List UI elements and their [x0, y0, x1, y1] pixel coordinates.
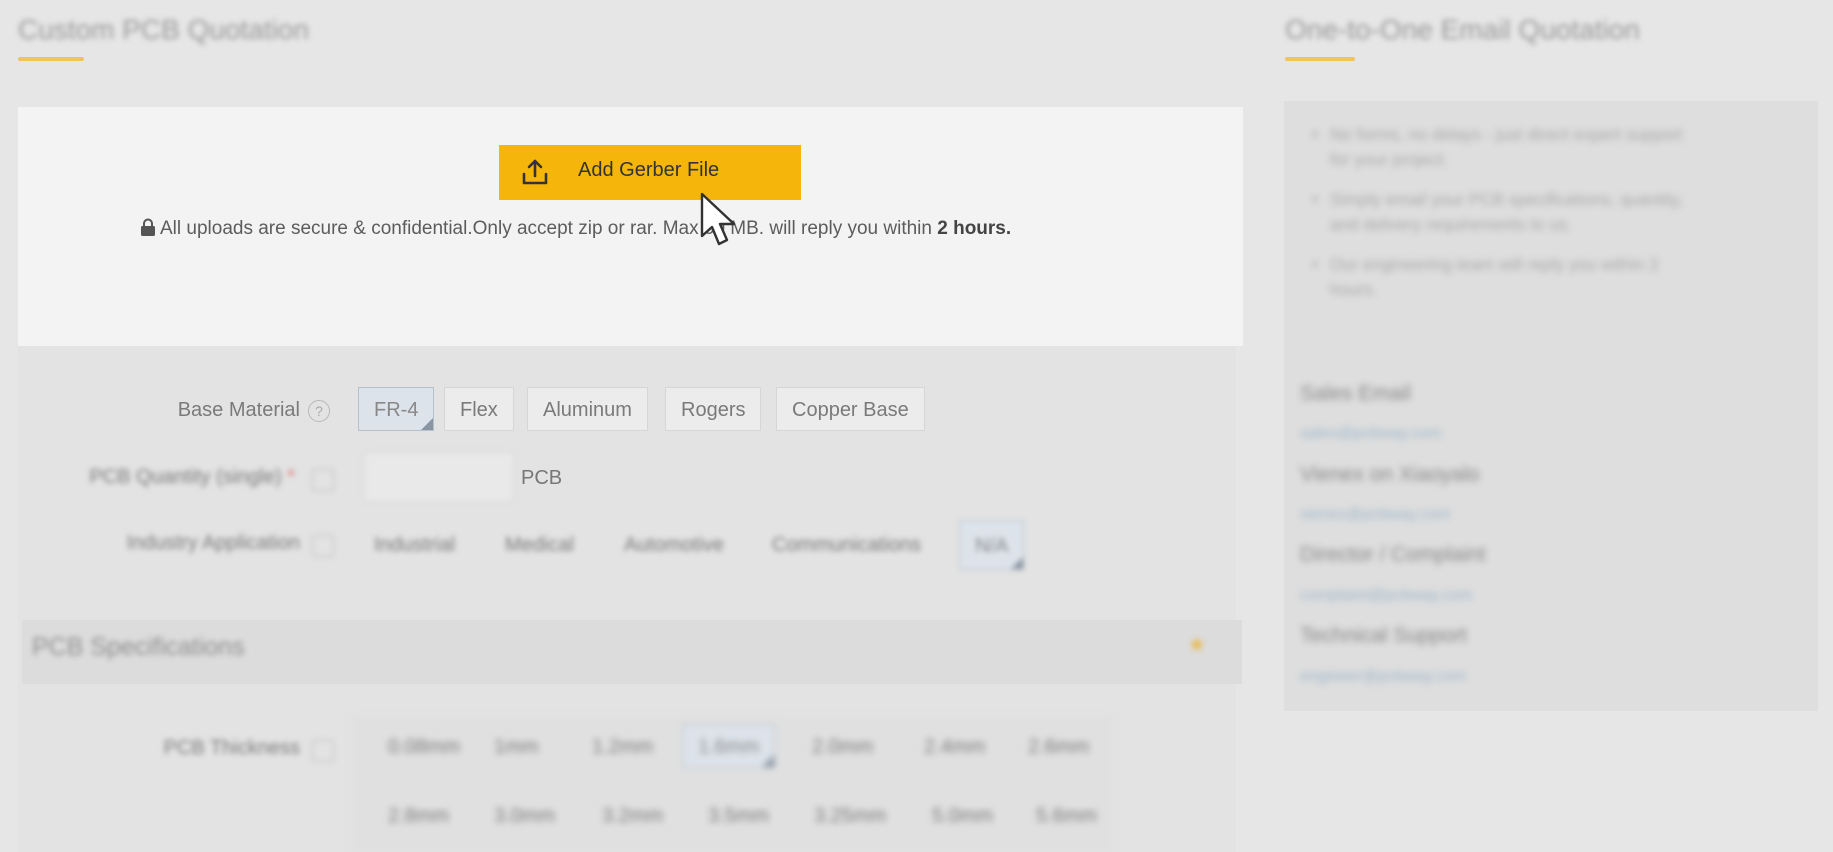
- bullet-text: hours.: [1330, 280, 1378, 299]
- bullet-dot: •: [1312, 190, 1318, 209]
- bullet-text: Simply email your PCB specifications, qu…: [1330, 190, 1684, 209]
- specifications-title: PCB Specifications: [32, 633, 245, 661]
- thickness-option[interactable]: 5.0mm: [916, 793, 1009, 837]
- contact-title: Vienex on Xiaoyalo: [1300, 463, 1480, 486]
- pcb-quantity-label: PCB Quantity (single) *: [89, 466, 295, 488]
- option-aluminum[interactable]: Aluminum: [527, 387, 648, 431]
- right-title-underline: [1285, 57, 1355, 61]
- bullet-text: No forms, no delays - just direct expert…: [1330, 125, 1683, 144]
- contact-email-link[interactable]: sales@pcbway.com: [1300, 425, 1441, 443]
- lock-icon: [141, 218, 155, 236]
- mouse-pointer-icon: [700, 192, 736, 246]
- option-medical[interactable]: Medical: [489, 522, 590, 566]
- upload-note-text: All uploads are secure & confidential.On…: [160, 218, 938, 239]
- thickness-option[interactable]: 3.2mm: [586, 793, 679, 837]
- option-na[interactable]: N/A: [959, 520, 1025, 570]
- contact-title: Sales Email: [1300, 382, 1411, 405]
- quantity-input[interactable]: [364, 452, 514, 502]
- title-underline: [18, 57, 84, 61]
- bullet-text: and delivery requirements to us.: [1330, 215, 1572, 234]
- industry-options: Industrial Medical Automotive Communicat…: [358, 517, 1038, 571]
- bullet-text: Our engineering team will reply you with…: [1330, 255, 1659, 274]
- bullet-dot: •: [1312, 125, 1318, 144]
- star-icon: ★: [1188, 634, 1206, 656]
- reply-time: 2 hours.: [937, 218, 1012, 239]
- quantity-unit: PCB: [521, 467, 563, 489]
- contact-email-link[interactable]: complaint@pcbway.com: [1300, 587, 1472, 605]
- base-material-label: Base Material: [177, 399, 300, 421]
- help-icon[interactable]: [312, 740, 334, 762]
- right-panel-title: One-to-One Email Quotation: [1285, 14, 1640, 45]
- upload-note: All uploads are secure & confidential.On…: [140, 218, 1011, 240]
- thickness-option[interactable]: 2.0mm: [796, 724, 889, 768]
- bullet-dot: •: [1312, 255, 1318, 274]
- contact-title: Technical Support: [1300, 624, 1467, 647]
- thickness-option[interactable]: 3.0mm: [478, 793, 571, 837]
- thickness-option[interactable]: 2.8mm: [372, 793, 465, 837]
- option-communications[interactable]: Communications: [756, 522, 937, 566]
- thickness-option[interactable]: 0.08mm: [372, 724, 476, 768]
- pcb-thickness-label: PCB Thickness: [163, 737, 300, 759]
- industry-application-label: Industry Application: [126, 532, 300, 554]
- option-flex[interactable]: Flex: [444, 387, 514, 431]
- option-copper-base[interactable]: Copper Base: [776, 387, 925, 431]
- contact-email-link[interactable]: vienex@pcbway.com: [1300, 506, 1450, 524]
- option-rogers[interactable]: Rogers: [665, 387, 762, 431]
- help-icon[interactable]: ?: [308, 400, 330, 422]
- option-automotive[interactable]: Automotive: [608, 522, 740, 566]
- help-icon[interactable]: [312, 469, 334, 491]
- option-industrial[interactable]: Industrial: [358, 522, 471, 566]
- help-icon[interactable]: [312, 535, 334, 557]
- option-fr4[interactable]: FR-4: [358, 387, 435, 431]
- contact-title: Director / Complaint: [1300, 543, 1486, 566]
- bullet-text: for your project.: [1330, 150, 1449, 169]
- thickness-option[interactable]: 2.4mm: [908, 724, 1001, 768]
- upload-icon: [522, 159, 548, 185]
- thickness-option[interactable]: 3.5mm: [692, 793, 785, 837]
- thickness-option-selected[interactable]: 1.6mm: [682, 724, 776, 768]
- page-title: Custom PCB Quotation: [18, 14, 310, 45]
- thickness-option[interactable]: 1mm: [478, 724, 554, 768]
- add-gerber-file-label: Add Gerber File: [578, 159, 720, 181]
- contact-email-link[interactable]: engineer@pcbway.com: [1300, 668, 1466, 686]
- thickness-option[interactable]: 5.6mm: [1020, 793, 1113, 837]
- add-gerber-file-button[interactable]: Add Gerber File: [499, 145, 801, 200]
- thickness-options: 0.08mm 1mm 1.2mm 1.6mm 2.0mm 2.4mm 2.6mm…: [352, 716, 1112, 852]
- thickness-option[interactable]: 1.2mm: [576, 724, 669, 768]
- thickness-option[interactable]: 2.6mm: [1012, 724, 1105, 768]
- thickness-option[interactable]: 3.25mm: [798, 793, 902, 837]
